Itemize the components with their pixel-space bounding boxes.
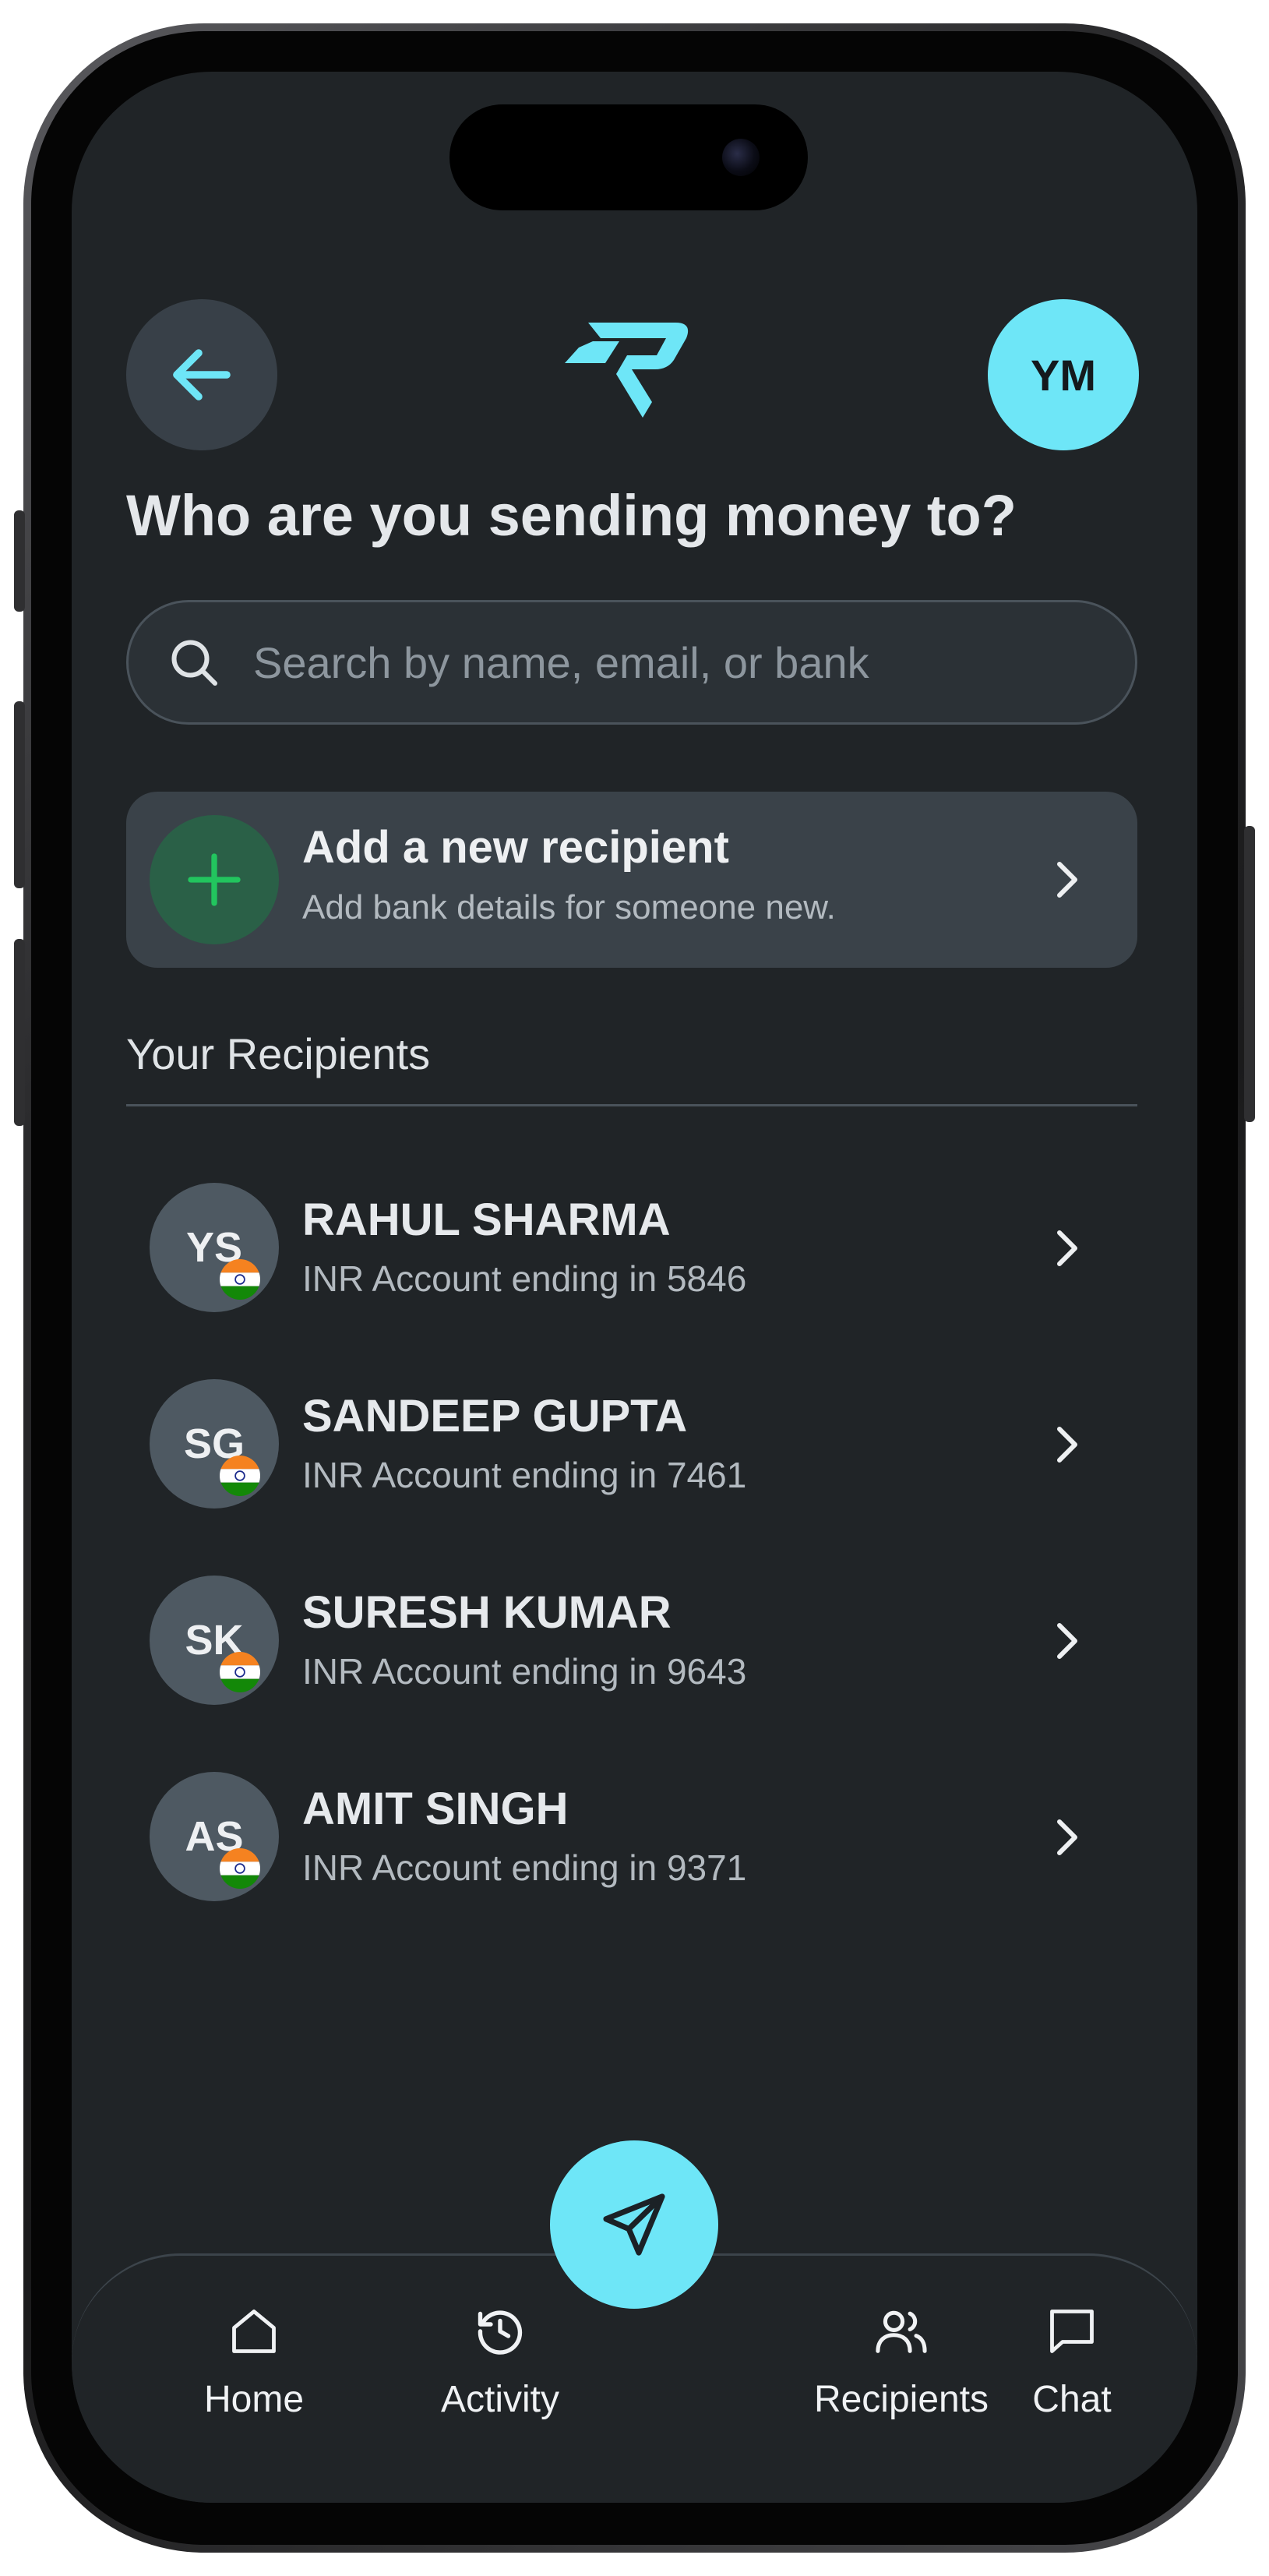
- chat-icon: [1041, 2300, 1103, 2363]
- plus-icon: [188, 853, 241, 906]
- arrow-left-icon: [173, 349, 231, 401]
- india-flag-icon: [220, 1652, 260, 1692]
- volume-down-button: [14, 939, 25, 1126]
- back-button[interactable]: [126, 299, 277, 450]
- home-icon: [223, 2300, 285, 2363]
- app-screen: YM Who are you sending money to? Add a n…: [72, 72, 1197, 2503]
- profile-avatar[interactable]: YM: [988, 299, 1139, 450]
- recipient-row[interactable]: AS AMIT SINGH INR Account ending in 9371: [126, 1759, 1137, 1915]
- history-icon: [469, 2300, 531, 2363]
- recipient-account: INR Account ending in 9371: [302, 1847, 747, 1888]
- users-icon: [870, 2300, 932, 2363]
- recipient-account: INR Account ending in 9643: [302, 1651, 747, 1692]
- action-button: [14, 510, 25, 612]
- add-recipient-title: Add a new recipient: [302, 822, 729, 873]
- nav-label-activity: Activity: [440, 2379, 559, 2420]
- nav-item-activity[interactable]: Activity: [383, 2300, 617, 2440]
- add-recipient-card[interactable]: Add a new recipient Add bank details for…: [126, 792, 1137, 968]
- section-title-your-recipients: Your Recipients: [126, 1029, 431, 1078]
- recipient-avatar: SG: [150, 1379, 279, 1509]
- nav-item-home[interactable]: Home: [137, 2300, 371, 2440]
- nav-label-recipients: Recipients: [813, 2379, 989, 2420]
- nav-item-chat[interactable]: Chat: [978, 2300, 1165, 2440]
- recipient-account: INR Account ending in 5846: [302, 1258, 747, 1299]
- chevron-right-icon: [1044, 1618, 1091, 1664]
- chevron-right-icon: [1044, 856, 1091, 903]
- dynamic-island: [449, 104, 808, 210]
- recipient-row[interactable]: SK SURESH KUMAR INR Account ending in 96…: [126, 1563, 1137, 1719]
- india-flag-icon: [220, 1456, 260, 1496]
- recipient-name: SURESH KUMAR: [302, 1587, 672, 1638]
- india-flag-icon: [220, 1848, 260, 1889]
- recipient-name: AMIT SINGH: [302, 1784, 569, 1834]
- nav-label-chat: Chat: [1032, 2379, 1112, 2420]
- send-icon: [603, 2193, 665, 2256]
- recipient-avatar: YS: [150, 1183, 279, 1312]
- search-bar[interactable]: [126, 600, 1137, 725]
- recipient-avatar: SK: [150, 1576, 279, 1705]
- recipient-row[interactable]: SG SANDEEP GUPTA INR Account ending in 7…: [126, 1367, 1137, 1523]
- page-title: Who are you sending money to?: [126, 483, 1017, 548]
- add-recipient-icon-circle: [150, 815, 279, 944]
- recipient-name: SANDEEP GUPTA: [302, 1391, 688, 1442]
- send-money-button[interactable]: [550, 2140, 718, 2309]
- chevron-right-icon: [1044, 1421, 1091, 1468]
- brand-logo: [565, 323, 689, 418]
- chevron-right-icon: [1044, 1225, 1091, 1272]
- front-camera: [722, 139, 760, 176]
- recipient-name: RAHUL SHARMA: [302, 1194, 671, 1245]
- india-flag-icon: [220, 1259, 260, 1300]
- volume-up-button: [14, 701, 25, 888]
- nav-label-home: Home: [203, 2379, 305, 2420]
- search-input[interactable]: [252, 636, 1135, 689]
- section-divider: [126, 1104, 1137, 1106]
- chevron-right-icon: [1044, 1814, 1091, 1861]
- recipient-row[interactable]: YS RAHUL SHARMA INR Account ending in 58…: [126, 1170, 1137, 1326]
- add-recipient-subtitle: Add bank details for someone new.: [302, 888, 836, 926]
- recipient-avatar: AS: [150, 1772, 279, 1901]
- power-button: [1244, 826, 1255, 1122]
- recipient-account: INR Account ending in 7461: [302, 1455, 747, 1495]
- search-icon: [166, 634, 222, 690]
